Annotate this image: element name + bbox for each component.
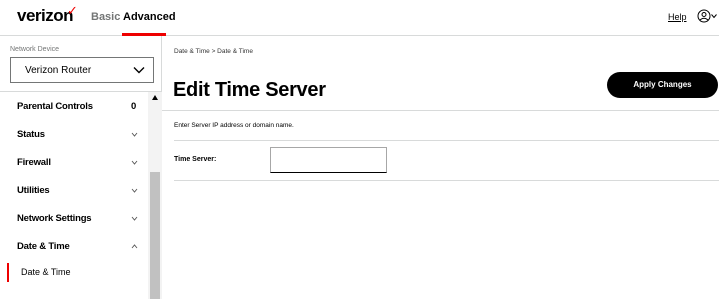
user-menu-chevron-down-icon[interactable] — [711, 13, 717, 19]
chevron-down-icon — [131, 160, 138, 165]
chevron-down-icon — [131, 216, 138, 221]
sidebar-item-date-time[interactable]: Date & Time — [0, 232, 148, 260]
sidebar-subitem-date-time[interactable]: Date & Time — [0, 260, 148, 288]
sidebar-item-utilities[interactable]: Utilities — [0, 176, 148, 204]
sidebar-scrollbar[interactable] — [148, 92, 162, 299]
tab-advanced[interactable]: Advanced — [123, 11, 176, 23]
network-device-select[interactable]: Verizon Router — [10, 57, 154, 83]
active-item-marker — [7, 263, 9, 282]
divider — [162, 110, 719, 111]
help-link[interactable]: Help — [668, 12, 687, 22]
chevron-down-icon — [131, 188, 138, 193]
sidebar: Network Device Verizon Router Parental C… — [0, 36, 162, 299]
chevron-down-icon — [133, 67, 145, 74]
user-circle-icon[interactable] — [697, 9, 711, 23]
sidebar-item-label: Date & Time — [17, 241, 70, 252]
chevron-down-icon — [131, 132, 138, 137]
sidebar-item-firewall[interactable]: Firewall — [0, 148, 148, 176]
apply-changes-button[interactable]: Apply Changes — [607, 72, 718, 98]
breadcrumb[interactable]: Date & Time > Date & Time — [174, 48, 253, 55]
sidebar-item-label: Status — [17, 129, 45, 140]
page-title: Edit Time Server — [173, 79, 326, 101]
divider — [174, 140, 719, 141]
tab-basic[interactable]: Basic — [91, 11, 120, 23]
scroll-up-arrow-icon[interactable] — [152, 95, 158, 100]
divider — [174, 180, 719, 181]
scrollbar-thumb[interactable] — [150, 172, 160, 299]
network-device-label: Network Device — [10, 46, 60, 53]
network-device-value: Verizon Router — [25, 65, 92, 76]
parental-controls-count-badge: 0 — [131, 101, 137, 112]
instruction-text: Enter Server IP address or domain name. — [174, 122, 294, 129]
logo-check-mark: ✓ — [67, 3, 78, 18]
sidebar-item-label: Network Settings — [17, 213, 92, 224]
sidebar-item-parental-controls[interactable]: Parental Controls 0 — [0, 92, 148, 120]
sidebar-item-network-settings[interactable]: Network Settings — [0, 204, 148, 232]
time-server-input[interactable] — [270, 147, 387, 173]
sidebar-item-label: Parental Controls — [17, 101, 93, 112]
time-server-label: Time Server: — [174, 156, 217, 163]
sidebar-subitem-label: Date & Time — [21, 267, 71, 277]
sidebar-item-label: Utilities — [17, 185, 50, 196]
verizon-logo[interactable]: verizon — [17, 6, 74, 26]
sidebar-item-status[interactable]: Status — [0, 120, 148, 148]
sidebar-item-label: Firewall — [17, 157, 51, 168]
top-bar: verizon ✓ Basic Advanced Help — [0, 0, 719, 36]
chevron-up-icon — [131, 244, 138, 249]
